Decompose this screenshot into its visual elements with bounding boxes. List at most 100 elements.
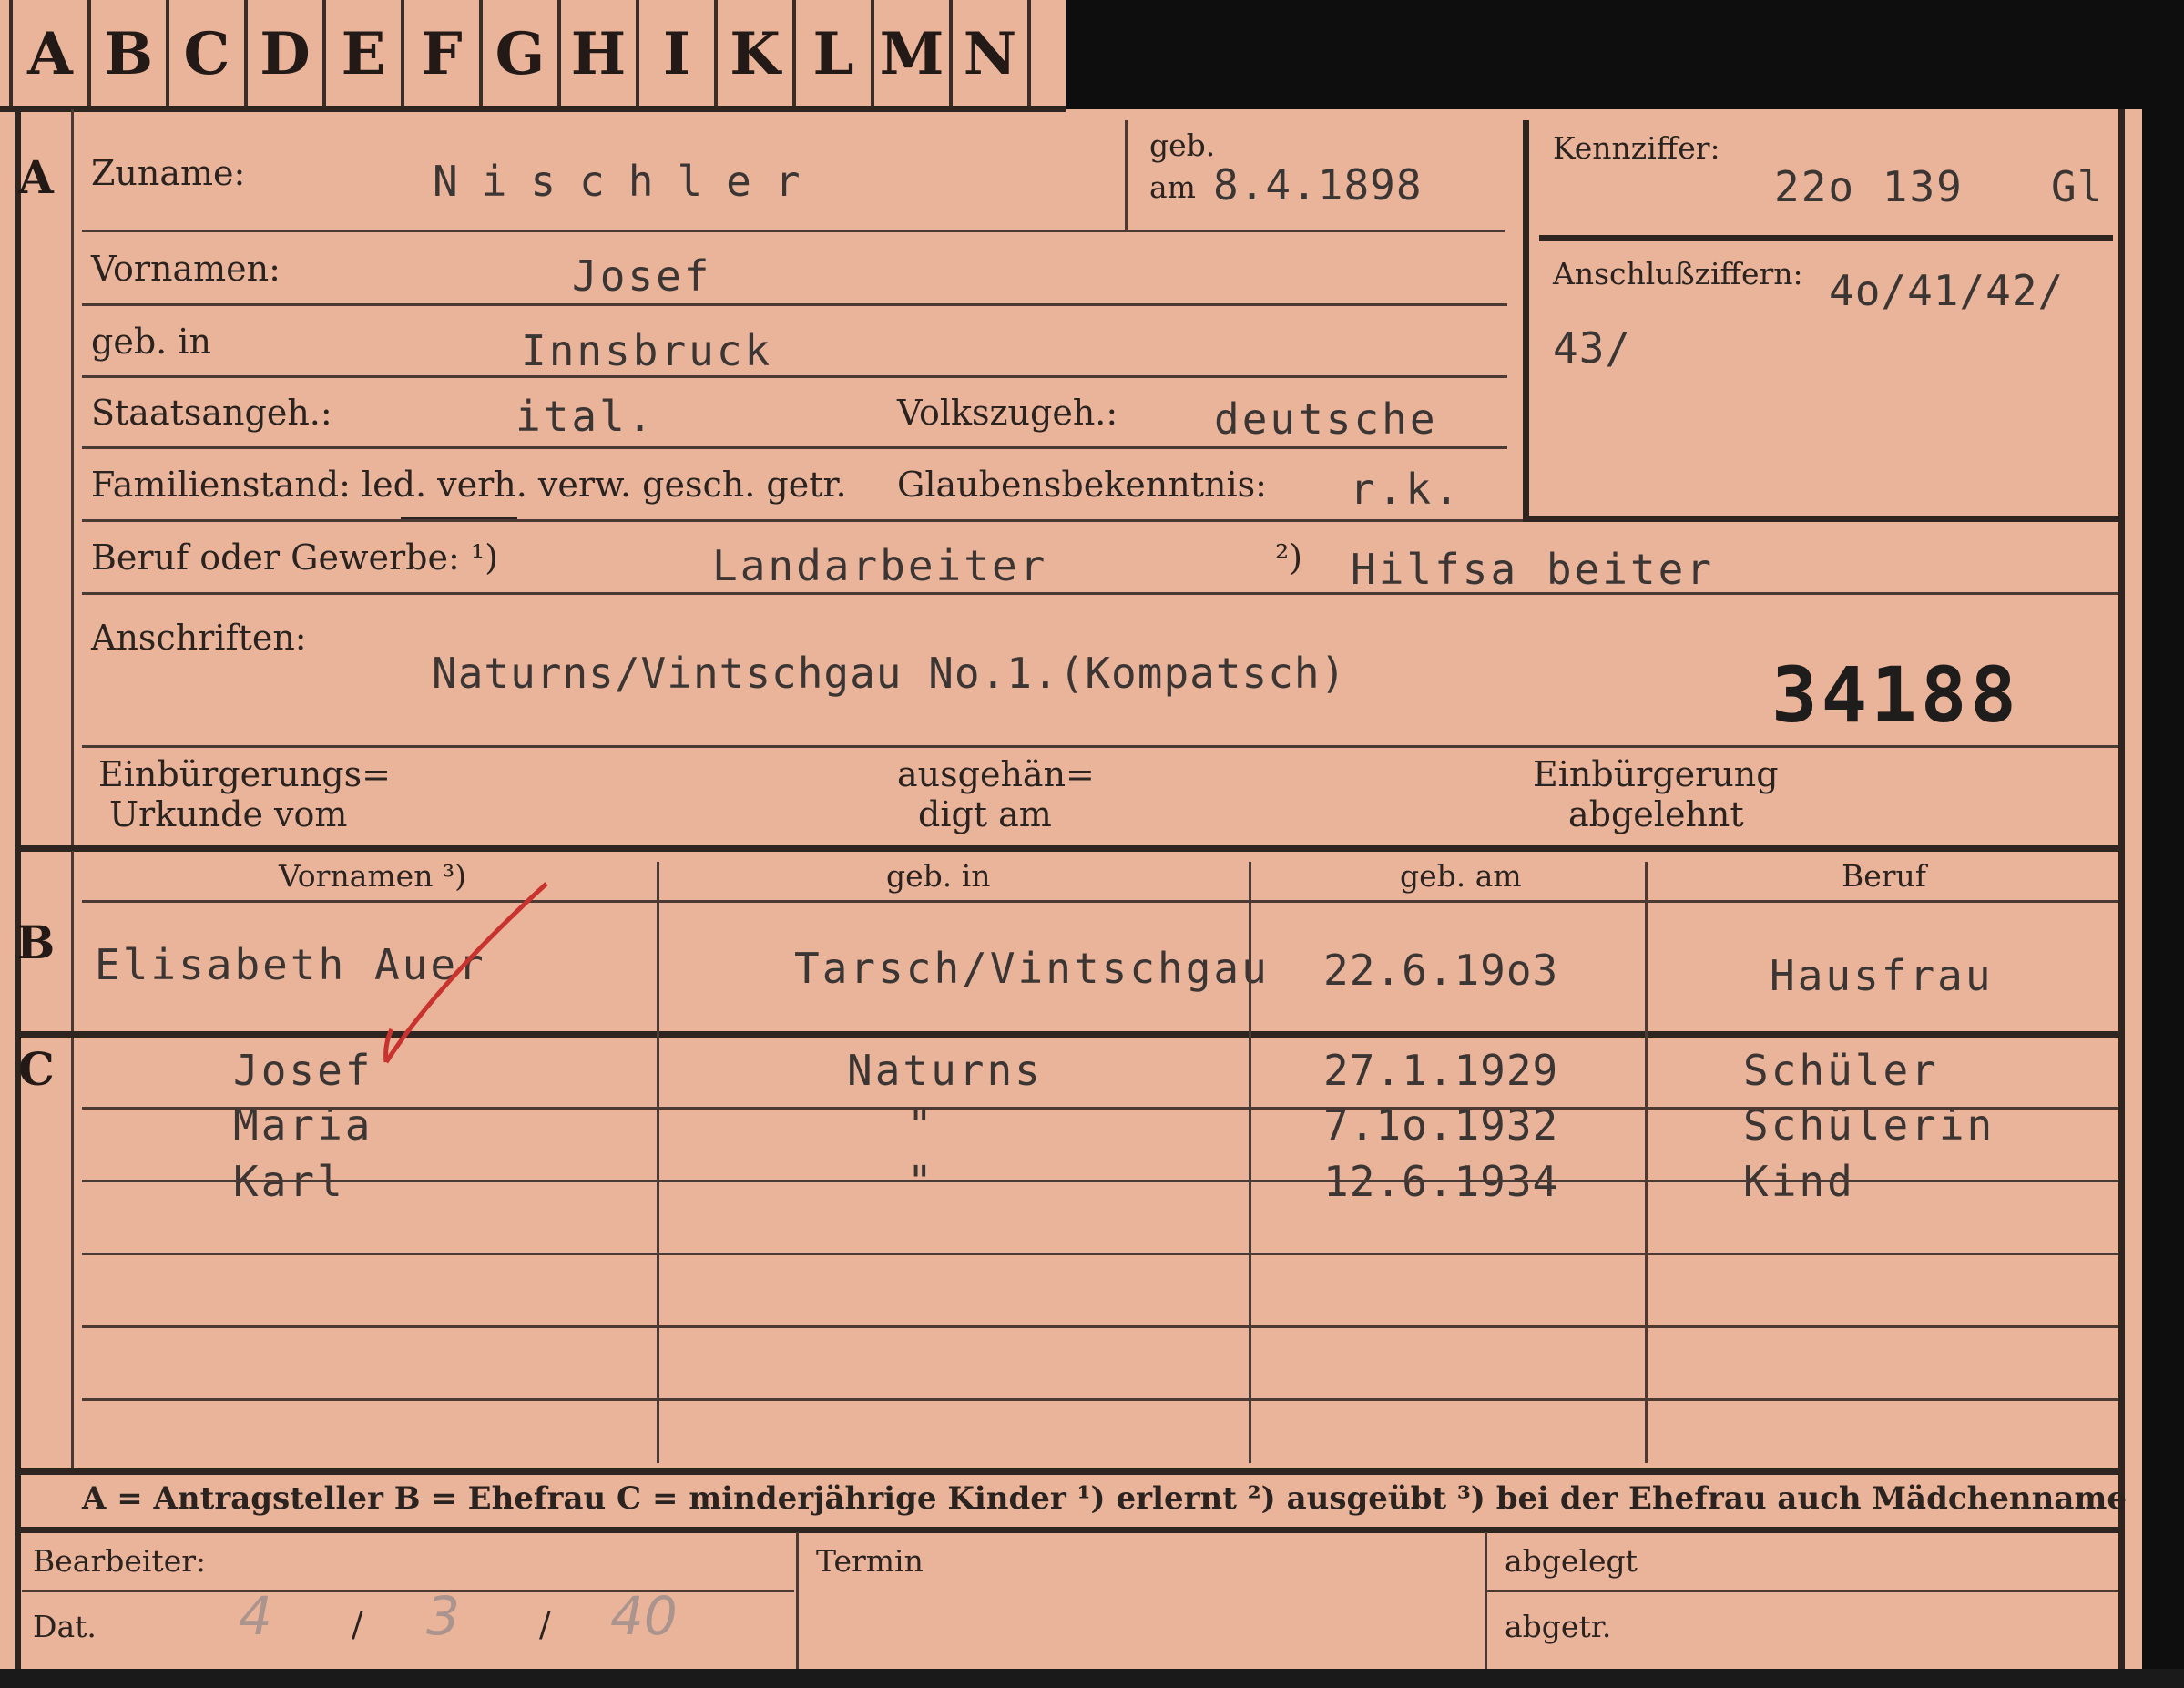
col-divider [657,862,659,1463]
beruf-ausgeuebt-value: Hilfsa beiter [1351,545,1715,594]
dat-year: 40 [610,1585,678,1647]
col-divider [1645,862,1648,1463]
section-a-marker: A [18,150,54,204]
row-line [82,1325,2118,1328]
tab-divider [0,106,1066,112]
geb-in-value: Innsbruck [521,326,773,375]
volkszugeh-value: deutsche [1214,394,1438,444]
tab-border [9,0,13,107]
row-line [82,519,1523,522]
row-line [82,230,1505,232]
row-line [82,303,1507,306]
frame-right [2118,109,2125,1669]
registration-card [0,0,2184,1688]
staatsangeh-label: Staatsangeh.: [91,393,332,433]
anschlussziffern-value-2: 43/ [1553,323,1632,373]
geb-in-label: geb. in [91,322,211,362]
child-beruf: Schüler [1743,1046,1939,1095]
glaubensbekenntnis-label: Glaubensbekenntnis: [897,465,1267,505]
row-line [82,446,1507,449]
file-number-stamp: 34188 [1771,650,2020,740]
footer-divider [1485,1532,1487,1669]
zuname-value: Nischler [433,157,824,206]
row-line [82,1107,2118,1110]
geb-label-top: geb. [1149,128,1216,163]
anschriften-label: Anschriften: [91,618,307,658]
dat-separator-1: / [352,1604,363,1644]
abgelegt-label: abgelegt [1505,1543,1638,1579]
vornamen-value: Josef [572,251,712,301]
kennziffer-divider [1539,235,2113,241]
anschlussziffern-value-1: 4o/41/42/ [1829,266,2065,315]
alphabet-tab: G [483,0,561,107]
zuname-label: Zuname: [91,153,246,193]
einbuergerungsurkunde-label-1: Einbürgerungs= [98,754,391,794]
familienstand-label: Familienstand: led. verh. verw. gesch. g… [91,465,847,505]
vornamen-label: Vornamen: [91,249,281,289]
alphabet-tab: H [561,0,639,107]
abgelegt-line [1486,1590,2118,1592]
einbuergerung-abgelehnt-label-2: abgelehnt [1568,794,1744,834]
alphabet-tab: I [639,0,718,107]
kennziffer-suffix: Gl [2051,162,2104,211]
dat-label: Dat. [33,1609,97,1644]
staatsangeh-value: ital. [515,392,656,441]
row-line [82,1253,2118,1255]
spouse-beruf: Hausfrau [1770,951,1994,1000]
section-a-bottom [15,845,2125,852]
beruf-2-marker: ²) [1275,537,1303,578]
alphabet-tab: M [874,0,953,107]
einbuergerung-abgelehnt-label-1: Einbürgerung [1533,754,1779,794]
red-check-mark [383,882,548,1064]
scan-background [1066,0,2184,109]
kennziffer-box-bottom [1523,516,2118,522]
dat-separator-2: / [539,1604,551,1644]
header-beruf: Beruf [1842,858,1927,894]
alphabet-tab: D [248,0,326,107]
kennziffer-label: Kennziffer: [1553,130,1720,166]
row-line [82,745,2118,748]
abgetr-label: abgetr. [1505,1609,1612,1644]
frame-left [15,109,21,1669]
alphabet-tab: K [718,0,796,107]
col-divider [1249,862,1251,1463]
alphabet-tab: E [326,0,404,107]
section-b-marker: B [16,916,56,969]
child-geb-in: Naturns [847,1046,1043,1095]
alphabet-tab: B [91,0,169,107]
spouse-geb-am: 22.6.19o3 [1323,946,1559,995]
anschrift-value: Naturns/Vintschgau No.1.(Kompatsch) [432,649,1347,698]
termin-label: Termin [816,1543,924,1579]
kennziffer-box-left [1523,120,1529,521]
legend-bottom [15,1527,2125,1533]
footer-divider [796,1532,799,1669]
row-line [82,1180,2118,1182]
volkszugeh-label: Volkszugeh.: [897,393,1118,433]
dat-month: 3 [426,1585,460,1647]
beruf-label: Beruf oder Gewerbe: ¹) [91,537,498,578]
bearbeiter-line [22,1590,794,1592]
alphabet-tab: L [796,0,874,107]
geb-date-value: 8.4.1898 [1213,160,1423,210]
header-geb-in: geb. in [886,858,991,894]
kennziffer-value: 22o 139 [1774,162,1964,211]
section-bc-margin [71,851,74,1470]
geb-label-bottom: am [1149,169,1196,205]
section-c-marker: C [18,1042,55,1096]
scan-background-right [2142,109,2184,1688]
legend: A = Antragsteller B = Ehefrau C = minder… [82,1480,2127,1517]
geb-divider [1125,120,1128,231]
beruf-erlernt-value: Landarbeiter [712,541,1048,590]
child-geb-am: 27.1.1929 [1323,1046,1559,1095]
glaubensbekenntnis-value: r.k. [1350,465,1462,514]
dat-day: 4 [239,1585,272,1647]
row-line [82,1398,2118,1401]
row-line [82,592,2118,595]
ausgehaendigt-label-2: digt am [918,794,1052,834]
einbuergerungsurkunde-label-2: Urkunde vom [109,794,348,834]
spouse-geb-in: Tarsch/Vintschgau [794,944,1270,993]
section-a-margin [71,109,74,849]
alphabet-tab: F [404,0,483,107]
alphabet-tab: C [169,0,248,107]
alphabet-tab: N [953,0,1031,107]
